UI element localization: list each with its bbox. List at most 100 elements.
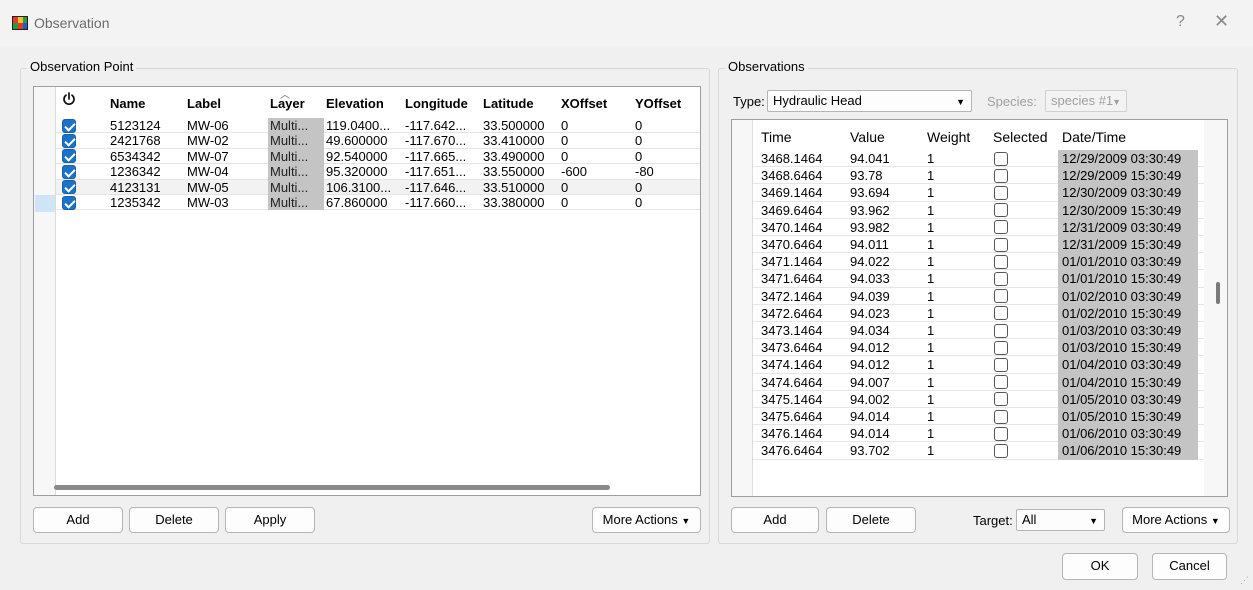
obs-cell-value[interactable]: 94.033 bbox=[850, 270, 890, 287]
obs-col-header-selected[interactable]: Selected bbox=[993, 129, 1047, 145]
cell-yoffset[interactable]: -80 bbox=[635, 164, 654, 179]
cell-name[interactable]: 6534342 bbox=[110, 149, 161, 164]
obs-cell-time[interactable]: 3476.1464 bbox=[761, 425, 822, 442]
ok-button[interactable]: OK bbox=[1062, 553, 1138, 580]
cell-latitude[interactable]: 33.550000 bbox=[483, 164, 544, 179]
obs-col-header-time[interactable]: Time bbox=[761, 129, 792, 145]
obs-cell-value[interactable]: 93.694 bbox=[850, 184, 890, 201]
cell-elevation[interactable]: 92.540000 bbox=[326, 149, 387, 164]
obs-cell-datetime[interactable]: 01/06/2010 15:30:49 bbox=[1058, 442, 1198, 460]
cell-xoffset[interactable]: 0 bbox=[561, 133, 568, 148]
selected-checkbox[interactable] bbox=[994, 168, 1008, 183]
col-header-layer[interactable]: Layer bbox=[270, 96, 305, 111]
obs-cell-value[interactable]: 94.012 bbox=[850, 356, 890, 373]
obs-cell-datetime[interactable]: 01/03/2010 03:30:49 bbox=[1058, 322, 1198, 340]
cell-xoffset[interactable]: 0 bbox=[561, 118, 568, 133]
obs-cell-weight[interactable]: 1 bbox=[927, 425, 934, 442]
obs-cell-value[interactable]: 94.014 bbox=[850, 425, 890, 442]
cell-yoffset[interactable]: 0 bbox=[635, 149, 642, 164]
obs-cell-value[interactable]: 94.041 bbox=[850, 150, 890, 167]
obs-cell-time[interactable]: 3470.6464 bbox=[761, 236, 822, 253]
cell-longitude[interactable]: -117.651... bbox=[405, 164, 466, 179]
obs-cell-datetime[interactable]: 12/31/2009 03:30:49 bbox=[1058, 218, 1198, 236]
obs-cell-weight[interactable]: 1 bbox=[927, 184, 934, 201]
resize-grip-icon[interactable]: ⋰ bbox=[1240, 575, 1249, 586]
col-header-label[interactable]: Label bbox=[187, 96, 221, 111]
target-select[interactable]: All ▼ bbox=[1016, 509, 1105, 531]
obs-col-header-value[interactable]: Value bbox=[850, 129, 885, 145]
cell-name[interactable]: 1236342 bbox=[110, 164, 161, 179]
cell-name[interactable]: 1235342 bbox=[110, 195, 161, 210]
obs-cell-value[interactable]: 94.039 bbox=[850, 288, 890, 305]
help-button[interactable]: ? bbox=[1176, 13, 1185, 31]
selected-checkbox[interactable] bbox=[994, 306, 1008, 321]
obs-cell-weight[interactable]: 1 bbox=[927, 305, 934, 322]
cell-layer[interactable]: Multi... bbox=[268, 148, 324, 165]
obs-cell-datetime[interactable]: 01/01/2010 15:30:49 bbox=[1058, 270, 1198, 288]
obs-cell-datetime[interactable]: 01/06/2010 03:30:49 bbox=[1058, 425, 1198, 443]
selected-checkbox[interactable] bbox=[994, 289, 1008, 304]
cell-layer[interactable]: Multi... bbox=[268, 195, 324, 211]
obs-cell-datetime[interactable]: 12/29/2009 15:30:49 bbox=[1058, 167, 1198, 185]
cell-label[interactable]: MW-03 bbox=[187, 195, 229, 210]
obs-cell-time[interactable]: 3473.6464 bbox=[761, 339, 822, 356]
obs-cell-time[interactable]: 3469.1464 bbox=[761, 184, 822, 201]
obs-cell-weight[interactable]: 1 bbox=[927, 167, 934, 184]
cell-longitude[interactable]: -117.670... bbox=[405, 133, 466, 148]
cell-latitude[interactable]: 33.490000 bbox=[483, 149, 544, 164]
obs-col-header-datetime[interactable]: Date/Time bbox=[1062, 129, 1126, 145]
obs-col-header-weight[interactable]: Weight bbox=[927, 129, 970, 145]
obs-cell-value[interactable]: 94.014 bbox=[850, 408, 890, 425]
obs-cell-datetime[interactable]: 12/31/2009 15:30:49 bbox=[1058, 236, 1198, 254]
col-header-longitude[interactable]: Longitude bbox=[405, 96, 468, 111]
obs-more-actions-button[interactable]: More Actions ▼ bbox=[1122, 507, 1230, 533]
cell-longitude[interactable]: -117.642... bbox=[405, 118, 466, 133]
col-header-name[interactable]: Name bbox=[110, 96, 145, 111]
cell-elevation[interactable]: 95.320000 bbox=[326, 164, 387, 179]
type-select[interactable]: Hydraulic Head ▼ bbox=[767, 90, 972, 112]
obs-delete-button[interactable]: Delete bbox=[826, 507, 916, 533]
obs-cell-datetime[interactable]: 01/02/2010 03:30:49 bbox=[1058, 287, 1198, 305]
obs-cell-datetime[interactable]: 01/03/2010 15:30:49 bbox=[1058, 339, 1198, 357]
obs-cell-value[interactable]: 93.982 bbox=[850, 219, 890, 236]
cancel-button[interactable]: Cancel bbox=[1152, 553, 1227, 580]
selected-checkbox[interactable] bbox=[994, 409, 1008, 424]
obs-cell-weight[interactable]: 1 bbox=[927, 442, 934, 459]
cell-layer[interactable]: Multi... bbox=[268, 133, 324, 149]
obs-cell-weight[interactable]: 1 bbox=[927, 219, 934, 236]
enabled-checkbox[interactable] bbox=[62, 149, 76, 164]
cell-longitude[interactable]: -117.660... bbox=[405, 195, 466, 210]
obs-cell-time[interactable]: 3474.1464 bbox=[761, 356, 822, 373]
vertical-scrollbar-thumb[interactable] bbox=[1216, 282, 1220, 304]
cell-name[interactable]: 2421768 bbox=[110, 133, 161, 148]
cell-layer[interactable]: Multi... bbox=[268, 164, 324, 180]
obs-cell-time[interactable]: 3472.6464 bbox=[761, 305, 822, 322]
obs-cell-datetime[interactable]: 01/05/2010 03:30:49 bbox=[1058, 390, 1198, 408]
obs-cell-datetime[interactable]: 12/30/2009 15:30:49 bbox=[1058, 201, 1198, 219]
obs-cell-value[interactable]: 94.002 bbox=[850, 391, 890, 408]
obs-cell-weight[interactable]: 1 bbox=[927, 356, 934, 373]
obs-cell-time[interactable]: 3468.1464 bbox=[761, 150, 822, 167]
cell-layer[interactable]: Multi... bbox=[268, 118, 324, 134]
obs-cell-value[interactable]: 94.011 bbox=[850, 236, 889, 253]
obs-cell-weight[interactable]: 1 bbox=[927, 236, 934, 253]
obs-cell-datetime[interactable]: 01/01/2010 03:30:49 bbox=[1058, 253, 1198, 271]
cell-latitude[interactable]: 33.410000 bbox=[483, 133, 544, 148]
obs-cell-weight[interactable]: 1 bbox=[927, 391, 934, 408]
obs-cell-time[interactable]: 3475.6464 bbox=[761, 408, 822, 425]
cell-label[interactable]: MW-05 bbox=[187, 180, 229, 195]
col-header-elevation[interactable]: Elevation bbox=[326, 96, 384, 111]
horizontal-scrollbar[interactable] bbox=[54, 485, 610, 490]
cell-name[interactable]: 5123124 bbox=[110, 118, 161, 133]
obs-cell-value[interactable]: 94.007 bbox=[850, 374, 890, 391]
cell-latitude[interactable]: 33.510000 bbox=[483, 180, 544, 195]
obs-cell-value[interactable]: 93.962 bbox=[850, 202, 890, 219]
selected-checkbox[interactable] bbox=[994, 357, 1008, 372]
obs-cell-time[interactable]: 3471.1464 bbox=[761, 253, 822, 270]
cell-yoffset[interactable]: 0 bbox=[635, 180, 642, 195]
cell-label[interactable]: MW-07 bbox=[187, 149, 229, 164]
obs-cell-time[interactable]: 3473.1464 bbox=[761, 322, 822, 339]
point-apply-button[interactable]: Apply bbox=[225, 507, 315, 533]
point-delete-button[interactable]: Delete bbox=[129, 507, 219, 533]
obs-cell-time[interactable]: 3468.6464 bbox=[761, 167, 822, 184]
